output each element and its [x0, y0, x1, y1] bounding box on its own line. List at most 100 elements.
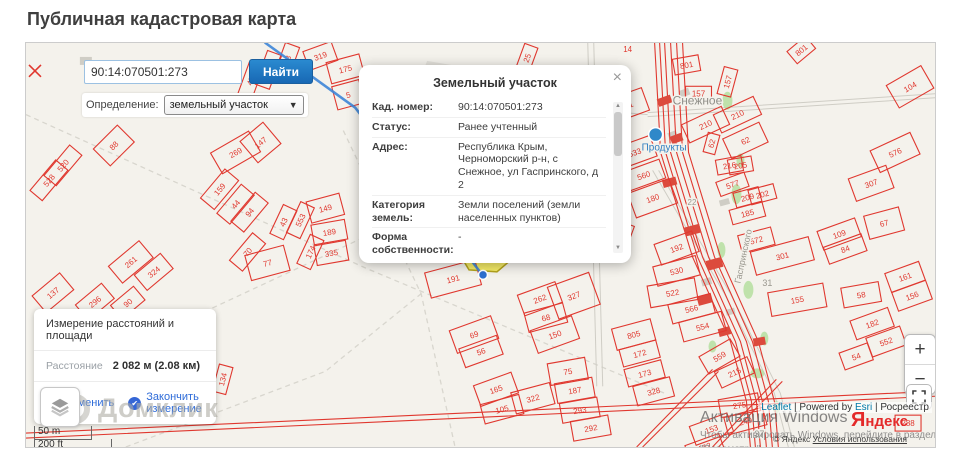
parcel-327: 327 — [547, 272, 600, 319]
parcel-number: 335 — [324, 248, 339, 259]
popup-row-label: Адрес: — [372, 141, 458, 192]
parcel-number: 75 — [563, 367, 574, 377]
map-label: Продукты — [642, 142, 687, 153]
parcel-number: 319 — [313, 50, 329, 63]
parcel-number: 67 — [879, 218, 890, 229]
parcel-number: 105 — [494, 403, 510, 415]
parcel-801: 801 — [672, 55, 700, 75]
parcel-172: 172 — [619, 340, 660, 367]
parcel-number: 157 — [722, 74, 734, 90]
parcel-number: 84 — [840, 244, 852, 256]
parcel-801: 801 — [787, 43, 816, 64]
popup-row-value: - — [458, 231, 606, 257]
parcel-number: 324 — [146, 264, 162, 280]
parcel-number: 25 — [522, 52, 534, 64]
parcel-58: 58 — [841, 282, 882, 308]
close-icon[interactable]: × — [613, 70, 622, 86]
yandex-copyright: © Яндекс — [773, 434, 810, 444]
definition-select[interactable]: земельный участок ▼ — [164, 95, 304, 115]
parcel-number: 77 — [262, 258, 273, 269]
layers-button[interactable] — [40, 387, 80, 427]
domclick-label: Домклик — [98, 393, 218, 424]
parcel-number: 530 — [669, 265, 685, 277]
parcel-number: 191 — [446, 273, 462, 285]
parcel-109: 109 — [817, 218, 861, 250]
parcel-number: 90 — [122, 296, 135, 309]
parcel-104: 104 — [886, 66, 934, 108]
parcel-number: 292 — [584, 423, 599, 434]
parcel-155: 155 — [768, 283, 827, 316]
parcel-number: 43 — [278, 216, 290, 228]
measure-point[interactable] — [479, 270, 488, 279]
distance-value: 2 082 м (2.08 км) — [113, 360, 200, 372]
yandex-logo[interactable]: Яндекс — [851, 409, 908, 432]
parcel-147: 147 — [240, 122, 281, 163]
parcel-info-popup: × Земельный участок Кад. номер:90:14:070… — [359, 65, 631, 263]
parcel-324: 324 — [134, 253, 173, 290]
parcel-165: 165 — [473, 372, 518, 406]
parcel-62: 62 — [723, 122, 768, 159]
parcel-69: 69 — [449, 316, 498, 353]
parcel-182: 182 — [850, 307, 894, 339]
popup-row: Кад. номер:90:14:070501:273 — [372, 98, 606, 117]
parcel-number: 134 — [217, 371, 229, 387]
map-label: 31 — [762, 278, 772, 288]
popup-row-label: Форма собственности: — [372, 231, 458, 257]
parcel-number: 156 — [904, 290, 920, 303]
parcel-number: 269 — [228, 145, 245, 160]
map-label: Гаспринского — [733, 228, 754, 284]
parcel-54: 54 — [839, 343, 873, 370]
terms-link[interactable]: Условия использования — [813, 434, 907, 444]
layers-icon — [49, 396, 71, 418]
parcel-number: 552 — [878, 335, 894, 348]
parcel-number: 566 — [684, 303, 700, 315]
search-button[interactable]: Найти — [249, 59, 313, 84]
scroll-thumb[interactable] — [614, 112, 622, 156]
parcel-43: 43 — [270, 205, 297, 240]
parcel-number: 104 — [902, 80, 919, 95]
scroll-down-icon[interactable]: ▼ — [613, 244, 623, 253]
parcel-number: 149 — [318, 202, 334, 214]
parcel-number: 165 — [488, 383, 504, 396]
search-input[interactable] — [84, 60, 242, 84]
parcel-number: 301 — [775, 250, 791, 262]
popup-scrollbar[interactable]: ▲ ▼ — [613, 102, 623, 253]
map-canvas[interactable]: 4516716831917552514801801157157331210210… — [25, 42, 936, 448]
parcel-number: 187 — [568, 385, 583, 396]
popup-row-value: 90:14:070501:273 — [458, 101, 606, 114]
popup-row: Статус:Ранее учтенный — [372, 117, 606, 137]
parcel-307: 307 — [848, 165, 894, 201]
parcel-577: 577 — [716, 172, 749, 196]
parcel-number: 56 — [475, 346, 487, 358]
parcel-number: 189 — [322, 227, 337, 238]
parcel-number: 801 — [679, 60, 694, 71]
definition-value: земельный участок — [170, 99, 268, 111]
windows-activation-line3: "Параметры". — [700, 444, 936, 448]
parcel-number: 70 — [242, 246, 255, 259]
map-x-mark — [29, 65, 41, 77]
scale-imperial: 200 ft — [34, 439, 112, 449]
parcel-number: 209 — [740, 192, 756, 204]
leaflet-link[interactable]: Leaflet — [761, 402, 791, 413]
building-red — [705, 257, 723, 271]
popup-row-label: Категория земель: — [372, 199, 458, 225]
popup-row-label: Статус: — [372, 121, 458, 134]
parcel-number: 805 — [626, 329, 642, 341]
parcel-156: 156 — [892, 280, 933, 311]
parcel-number: 173 — [637, 368, 653, 380]
domclick-watermark: Домклик — [60, 393, 218, 424]
parcel-number: 261 — [123, 254, 139, 270]
parcel-number: 68 — [541, 312, 552, 323]
parcel-number: 296 — [87, 294, 103, 310]
parcel-number: 182 — [865, 317, 881, 330]
search-bar: Найти — [84, 59, 313, 84]
scroll-up-icon[interactable]: ▲ — [613, 102, 623, 111]
parcel-328: 328 — [633, 377, 675, 406]
parcel-number: 522 — [665, 288, 680, 299]
parcel-number: 560 — [636, 169, 652, 182]
parcel-520: 520 — [44, 145, 82, 186]
parcel-150: 150 — [530, 316, 579, 353]
parcel-552: 552 — [866, 326, 907, 357]
parcel-number: 180 — [645, 192, 661, 205]
zoom-in-button[interactable]: + — [905, 335, 935, 364]
